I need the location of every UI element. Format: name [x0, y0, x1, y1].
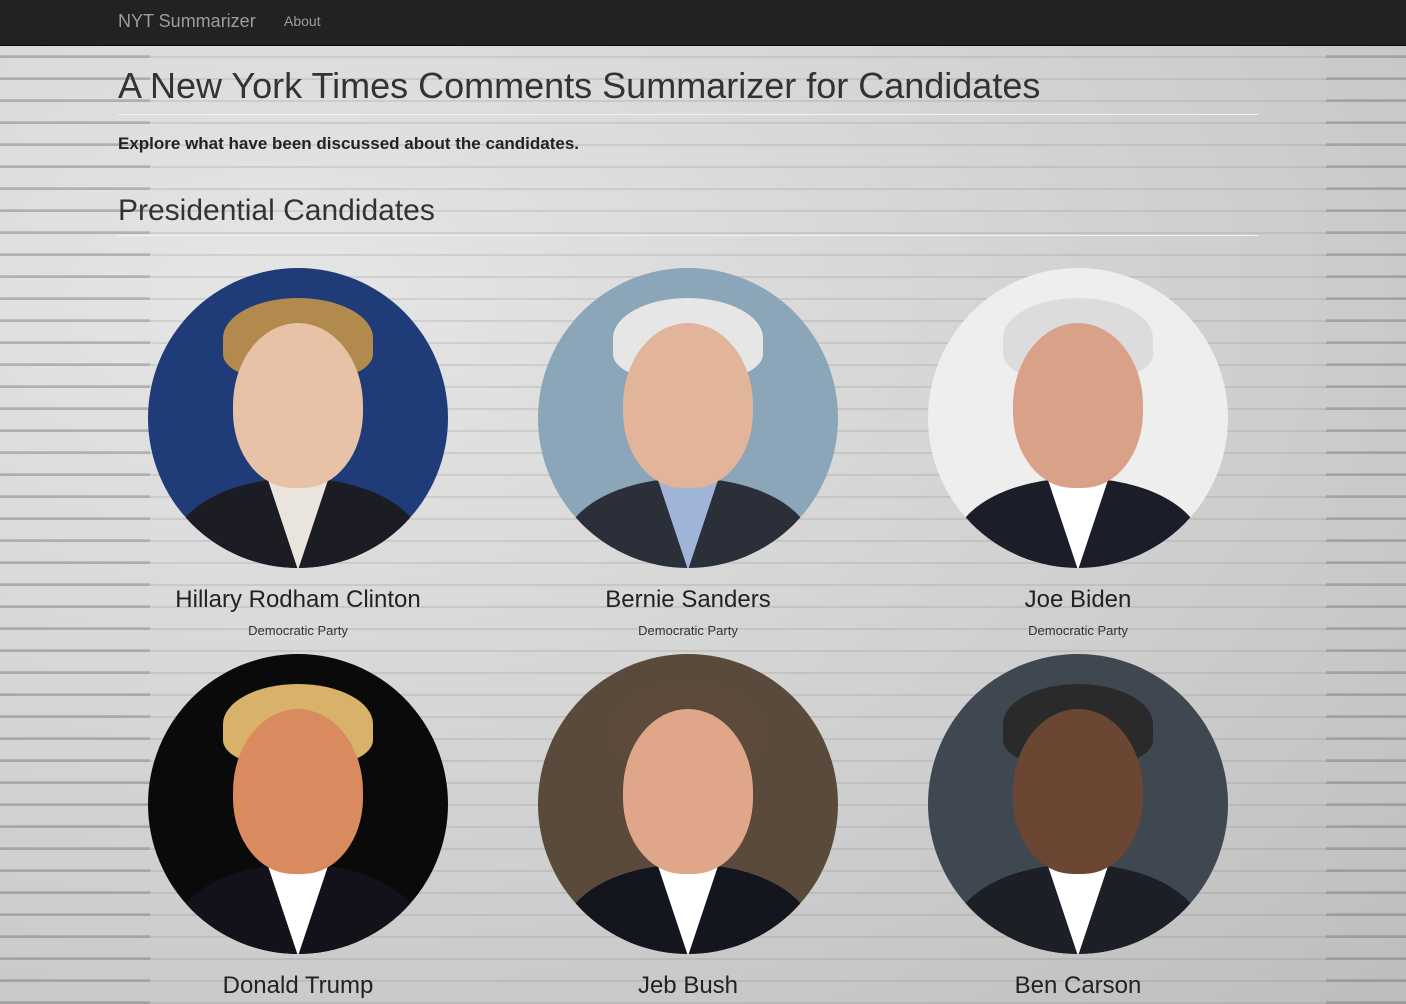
navbar-brand[interactable]: NYT Summarizer — [118, 11, 256, 32]
newspaper-background-right — [1326, 46, 1406, 1004]
candidate-card[interactable]: Hillary Rodham Clinton Democratic Party — [148, 268, 448, 638]
candidate-card[interactable]: Joe Biden Democratic Party — [928, 268, 1228, 638]
candidate-name[interactable]: Joe Biden — [928, 586, 1228, 615]
portrait-face — [1013, 709, 1143, 874]
candidate-portrait[interactable] — [538, 268, 838, 568]
portrait-face — [233, 323, 363, 488]
candidate-portrait[interactable] — [538, 654, 838, 954]
portrait-face — [1013, 323, 1143, 488]
candidate-party: Democratic Party — [638, 622, 738, 638]
top-navbar: NYT Summarizer About — [0, 0, 1406, 46]
candidate-portrait[interactable] — [928, 268, 1228, 568]
candidate-party: Democratic Party — [1028, 622, 1128, 638]
portrait-face — [623, 709, 753, 874]
page-title: A New York Times Comments Summarizer for… — [118, 46, 1258, 115]
candidate-card[interactable]: Jeb Bush — [538, 654, 838, 1001]
candidate-name[interactable]: Hillary Rodham Clinton — [148, 586, 448, 615]
nav-link-about[interactable]: About — [284, 13, 321, 29]
main-container: A New York Times Comments Summarizer for… — [118, 46, 1258, 999]
candidate-name[interactable]: Donald Trump — [148, 972, 448, 1001]
page-subtitle: Explore what have been discussed about t… — [118, 133, 580, 153]
portrait-face — [623, 323, 753, 488]
candidate-card[interactable]: Bernie Sanders Democratic Party — [538, 268, 838, 638]
candidate-card[interactable]: Ben Carson — [928, 654, 1228, 1001]
candidate-name[interactable]: Ben Carson — [928, 972, 1228, 1001]
candidate-name[interactable]: Bernie Sanders — [538, 586, 838, 615]
candidate-card[interactable]: Donald Trump — [148, 654, 448, 1001]
candidate-portrait[interactable] — [148, 268, 448, 568]
candidate-portrait[interactable] — [148, 654, 448, 954]
portrait-face — [233, 709, 363, 874]
candidate-party: Democratic Party — [248, 622, 348, 638]
candidate-portrait[interactable] — [928, 654, 1228, 954]
candidate-name[interactable]: Jeb Bush — [538, 972, 838, 1001]
section-title: Presidential Candidates — [118, 194, 1258, 236]
